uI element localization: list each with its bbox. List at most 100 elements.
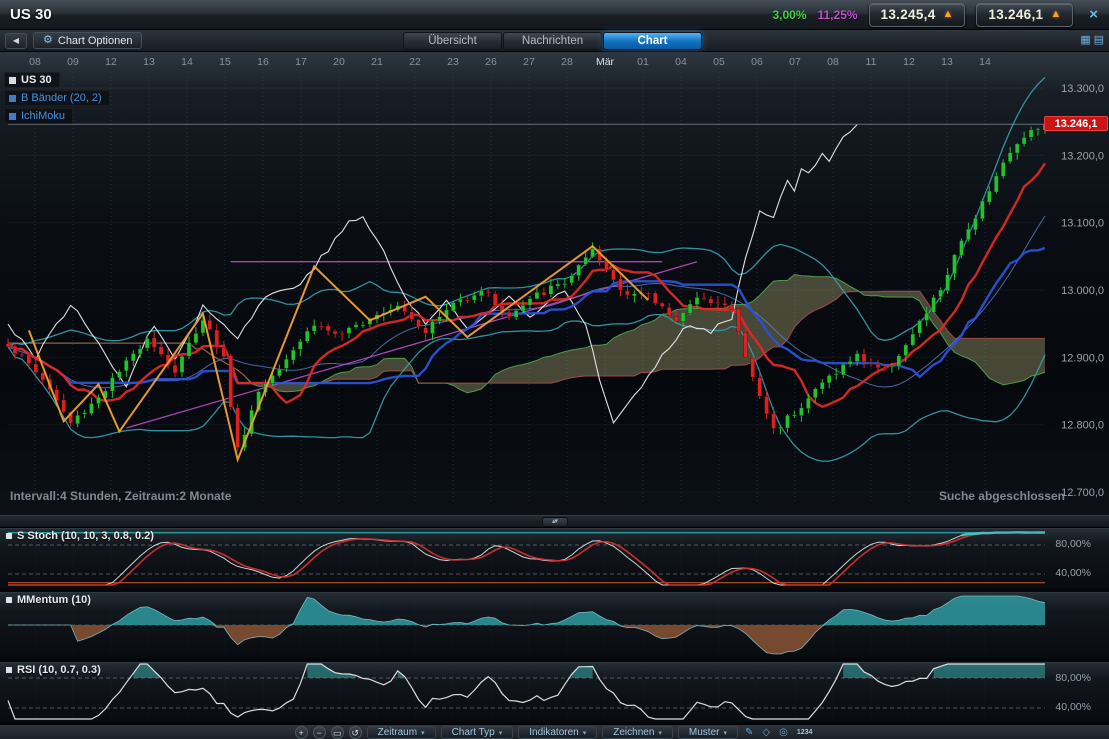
close-button[interactable]: × [1084, 6, 1103, 23]
up-arrow-icon: ▲ [943, 9, 954, 20]
stochastic-label[interactable]: S Stoch (10, 10, 3, 0.8, 0.2) [6, 530, 154, 542]
rsi-canvas[interactable] [0, 662, 1109, 722]
chevron-down-icon: ▾ [583, 729, 587, 737]
svg-text:13: 13 [941, 56, 953, 68]
stochastic-canvas[interactable] [0, 528, 1109, 588]
svg-text:06: 06 [751, 56, 763, 68]
svg-text:13: 13 [143, 56, 155, 68]
trading-app-window: US 30 3,00% 11,25% 13.245,4 ▲ 13.246,1 ▲… [0, 0, 1109, 739]
chart-typ-dropdown[interactable]: Chart Typ ▾ [441, 726, 514, 739]
stoch-level-80: 80,00% [1055, 538, 1091, 550]
up-arrow-icon: ▲ [1050, 9, 1061, 20]
current-price-value: 13.246,1 [1055, 118, 1098, 130]
chart-options-button[interactable]: ⚙ Chart Optionen [33, 32, 142, 49]
main-chart-panel: 080912131415161720212223262728Mär0104050… [0, 52, 1109, 515]
marquee-zoom-button[interactable]: ▭ [331, 726, 344, 739]
rsi-level-40: 40,00% [1055, 701, 1091, 713]
svg-text:15: 15 [219, 56, 231, 68]
indicator-swatch [6, 667, 12, 673]
svg-text:05: 05 [713, 56, 725, 68]
rsi-label[interactable]: RSI (10, 0.7, 0.3) [6, 664, 101, 676]
svg-text:12: 12 [903, 56, 915, 68]
zeichnen-dropdown[interactable]: Zeichnen ▾ [602, 726, 673, 739]
buy-price-button[interactable]: 13.246,1 ▲ [976, 3, 1073, 27]
svg-text:12.900,0: 12.900,0 [1061, 352, 1104, 364]
svg-text:13.200,0: 13.200,0 [1061, 150, 1104, 162]
svg-text:27: 27 [523, 56, 535, 68]
svg-text:17: 17 [295, 56, 307, 68]
layout-icons: ▦ ▤ [1080, 35, 1104, 46]
chart-toolbar: ◀ ⚙ Chart Optionen Übersicht Nachrichten… [0, 30, 1109, 52]
svg-text:16: 16 [257, 56, 269, 68]
svg-text:21: 21 [371, 56, 383, 68]
svg-text:14: 14 [181, 56, 193, 68]
svg-text:09: 09 [67, 56, 79, 68]
series-swatch [9, 95, 16, 102]
svg-text:22: 22 [409, 56, 421, 68]
price-chart-canvas[interactable]: 080912131415161720212223262728Mär0104050… [0, 52, 1109, 515]
pencil-icon[interactable]: ✎ [743, 726, 755, 739]
bottom-toolbar: + − ▭ ↺ Zeitraum ▾ Chart Typ ▾ Indikator… [0, 724, 1109, 739]
momentum-label[interactable]: MMentum (10) [6, 594, 91, 606]
ask-price: 13.246,1 [988, 7, 1043, 22]
tab-uebersicht[interactable]: Übersicht [403, 32, 502, 50]
stochastic-panel: S Stoch (10, 10, 3, 0.8, 0.2) 80,00% 40,… [0, 528, 1109, 588]
zoom-out-button[interactable]: − [313, 726, 326, 739]
chevron-down-icon: ▾ [658, 729, 662, 737]
chart-legend: US 30 B Bänder (20, 2) IchiMoku [4, 72, 110, 126]
svg-text:12.800,0: 12.800,0 [1061, 420, 1104, 432]
muster-dropdown[interactable]: Muster ▾ [678, 726, 738, 739]
layout-grid-icon[interactable]: ▦ [1080, 35, 1090, 46]
svg-text:12: 12 [105, 56, 117, 68]
chevron-down-icon: ▾ [499, 729, 503, 737]
svg-text:08: 08 [827, 56, 839, 68]
zoom-in-button[interactable]: + [295, 726, 308, 739]
target-icon[interactable]: ◎ [777, 726, 790, 739]
series-swatch [9, 113, 16, 120]
rsi-level-80: 80,00% [1055, 672, 1091, 684]
chart-options-label: Chart Optionen [58, 35, 133, 47]
numbers-icon[interactable]: 1234 [795, 726, 815, 739]
sell-price-button[interactable]: 13.245,4 ▲ [869, 3, 966, 27]
tab-nachrichten[interactable]: Nachrichten [503, 32, 602, 50]
margin-percent: 11,25% [818, 8, 858, 22]
svg-text:04: 04 [675, 56, 687, 68]
change-percent: 3,00% [772, 8, 806, 22]
legend-item-ichimoku[interactable]: IchiMoku [4, 108, 73, 124]
svg-text:07: 07 [789, 56, 801, 68]
collapse-panel-button[interactable]: ◀ [5, 33, 27, 49]
indikatoren-dropdown[interactable]: Indikatoren ▾ [518, 726, 597, 739]
titlebar-right: 3,00% 11,25% 13.245,4 ▲ 13.246,1 ▲ × [772, 3, 1103, 27]
reset-view-button[interactable]: ↺ [349, 726, 362, 739]
svg-text:26: 26 [485, 56, 497, 68]
shape-icon[interactable]: ◇ [760, 726, 772, 739]
svg-text:12.700,0: 12.700,0 [1061, 487, 1104, 499]
instrument-title: US 30 [10, 6, 52, 23]
legend-item-bollinger[interactable]: B Bänder (20, 2) [4, 90, 110, 106]
tab-chart[interactable]: Chart [603, 32, 702, 50]
svg-text:08: 08 [29, 56, 41, 68]
legend-label: B Bänder (20, 2) [21, 92, 102, 104]
svg-text:13.100,0: 13.100,0 [1061, 218, 1104, 230]
svg-text:14: 14 [979, 56, 991, 68]
chevron-down-icon: ▾ [421, 729, 425, 737]
splitter-handle-button[interactable]: ▴▾ [542, 517, 568, 527]
legend-label: IchiMoku [21, 110, 65, 122]
zeitraum-dropdown[interactable]: Zeitraum ▾ [367, 726, 436, 739]
bid-price: 13.245,4 [881, 7, 936, 22]
svg-text:11: 11 [866, 56, 877, 68]
svg-text:20: 20 [333, 56, 345, 68]
svg-text:28: 28 [561, 56, 573, 68]
svg-text:01: 01 [637, 56, 649, 68]
current-price-tag: 13.246,1 [1044, 116, 1108, 131]
legend-label: US 30 [21, 74, 52, 86]
rsi-panel: RSI (10, 0.7, 0.3) 80,00% 40,00% [0, 662, 1109, 722]
svg-text:13.300,0: 13.300,0 [1061, 83, 1104, 95]
momentum-panel: MMentum (10) [0, 592, 1109, 658]
tab-bar: Übersicht Nachrichten Chart [403, 32, 702, 50]
interval-info: Intervall:4 Stunden, Zeitraum:2 Monate [10, 489, 231, 503]
legend-item-us30[interactable]: US 30 [4, 72, 60, 88]
chevron-down-icon: ▾ [723, 729, 727, 737]
momentum-canvas[interactable] [0, 592, 1109, 658]
layout-rows-icon[interactable]: ▤ [1094, 35, 1104, 46]
